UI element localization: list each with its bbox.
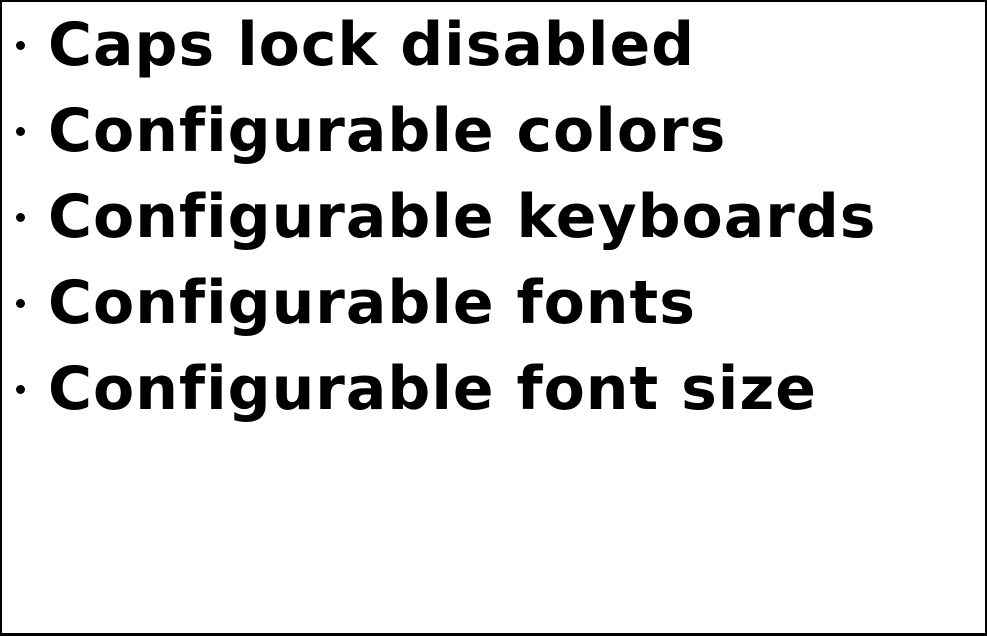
feature-panel: Caps lock disabled Configurable colors C… <box>0 0 987 636</box>
feature-label: Configurable keyboards <box>48 182 877 252</box>
feature-list: Caps lock disabled Configurable colors C… <box>16 2 876 432</box>
bullet-icon <box>16 212 25 222</box>
bullet-icon <box>16 384 25 394</box>
bullet-icon <box>16 298 25 308</box>
feature-label: Configurable font size <box>48 354 817 424</box>
list-item: Caps lock disabled <box>16 2 876 88</box>
list-item: Configurable fonts <box>16 260 876 346</box>
feature-label: Configurable colors <box>48 96 727 166</box>
list-item: Configurable colors <box>16 88 876 174</box>
feature-label: Caps lock disabled <box>48 10 696 80</box>
bullet-icon <box>16 40 25 50</box>
list-item: Configurable keyboards <box>16 174 876 260</box>
list-item: Configurable font size <box>16 346 876 432</box>
feature-label: Configurable fonts <box>48 268 696 338</box>
bullet-icon <box>16 126 25 136</box>
